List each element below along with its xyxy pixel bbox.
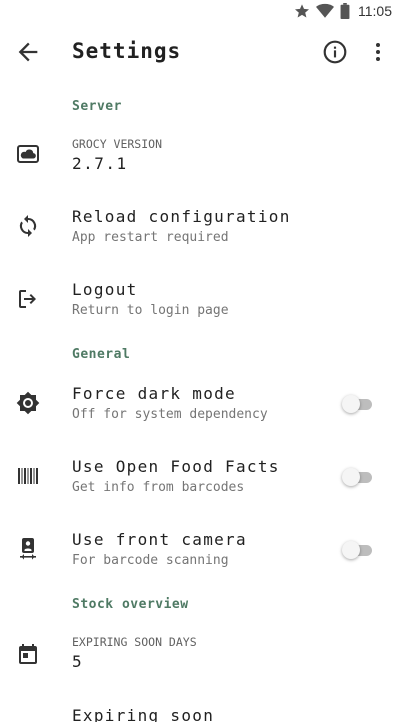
status-time: 11:05 — [358, 3, 392, 19]
open-food-facts-toggle[interactable] — [342, 468, 372, 486]
force-dark-mode-row[interactable]: Force dark mode Off for system dependenc… — [0, 375, 400, 435]
logout-icon — [19, 290, 36, 308]
expiring-soon-days-caption: EXPIRING SOON DAYS — [72, 635, 197, 649]
partial-next-title: Expiring soon — [72, 706, 215, 722]
star-icon — [295, 4, 309, 18]
grocy-version-value: 2.7.1 — [72, 154, 128, 173]
info-icon[interactable] — [322, 39, 348, 65]
front-camera-icon — [20, 538, 36, 560]
section-header-general: General — [72, 347, 131, 362]
expiring-soon-days-value: 5 — [72, 652, 84, 671]
expiring-soon-days-row[interactable]: EXPIRING SOON DAYS 5 — [0, 626, 400, 686]
brightness-icon — [16, 391, 40, 415]
reload-configuration-subtitle: App restart required — [72, 230, 229, 245]
section-header-stock-overview: Stock overview — [72, 597, 189, 612]
open-food-facts-title: Use Open Food Facts — [72, 457, 280, 476]
barcode-icon — [18, 468, 38, 484]
front-camera-subtitle: For barcode scanning — [72, 553, 229, 568]
reload-configuration-title: Reload configuration — [72, 207, 291, 226]
logout-row[interactable]: Logout Return to login page — [0, 271, 400, 331]
partial-next-row[interactable]: Expiring soon — [0, 702, 400, 722]
sync-icon — [19, 215, 37, 237]
back-arrow-icon[interactable] — [14, 38, 42, 66]
force-dark-mode-toggle[interactable] — [342, 395, 372, 413]
calendar-icon — [19, 644, 37, 664]
wifi-icon — [316, 3, 334, 18]
status-bar: 11:05 — [0, 0, 400, 24]
app-bar: Settings — [0, 24, 400, 80]
open-food-facts-subtitle: Get info from barcodes — [72, 480, 245, 495]
battery-icon — [340, 3, 350, 19]
reload-configuration-row[interactable]: Reload configuration App restart require… — [0, 198, 400, 258]
grocy-version-caption: GROCY VERSION — [72, 137, 163, 151]
page-title: Settings — [72, 39, 182, 63]
force-dark-mode-title: Force dark mode — [72, 384, 236, 403]
open-food-facts-row[interactable]: Use Open Food Facts Get info from barcod… — [0, 448, 400, 508]
front-camera-row[interactable]: Use front camera For barcode scanning — [0, 521, 400, 581]
front-camera-title: Use front camera — [72, 530, 247, 549]
front-camera-toggle[interactable] — [342, 541, 372, 559]
logout-title: Logout — [72, 280, 138, 299]
force-dark-mode-subtitle: Off for system dependency — [72, 407, 268, 422]
more-vert-icon[interactable] — [366, 39, 390, 65]
cloud-icon — [17, 145, 39, 163]
grocy-version-row[interactable]: GROCY VERSION 2.7.1 — [0, 128, 400, 188]
logout-subtitle: Return to login page — [72, 303, 229, 318]
section-header-server: Server — [72, 99, 122, 114]
